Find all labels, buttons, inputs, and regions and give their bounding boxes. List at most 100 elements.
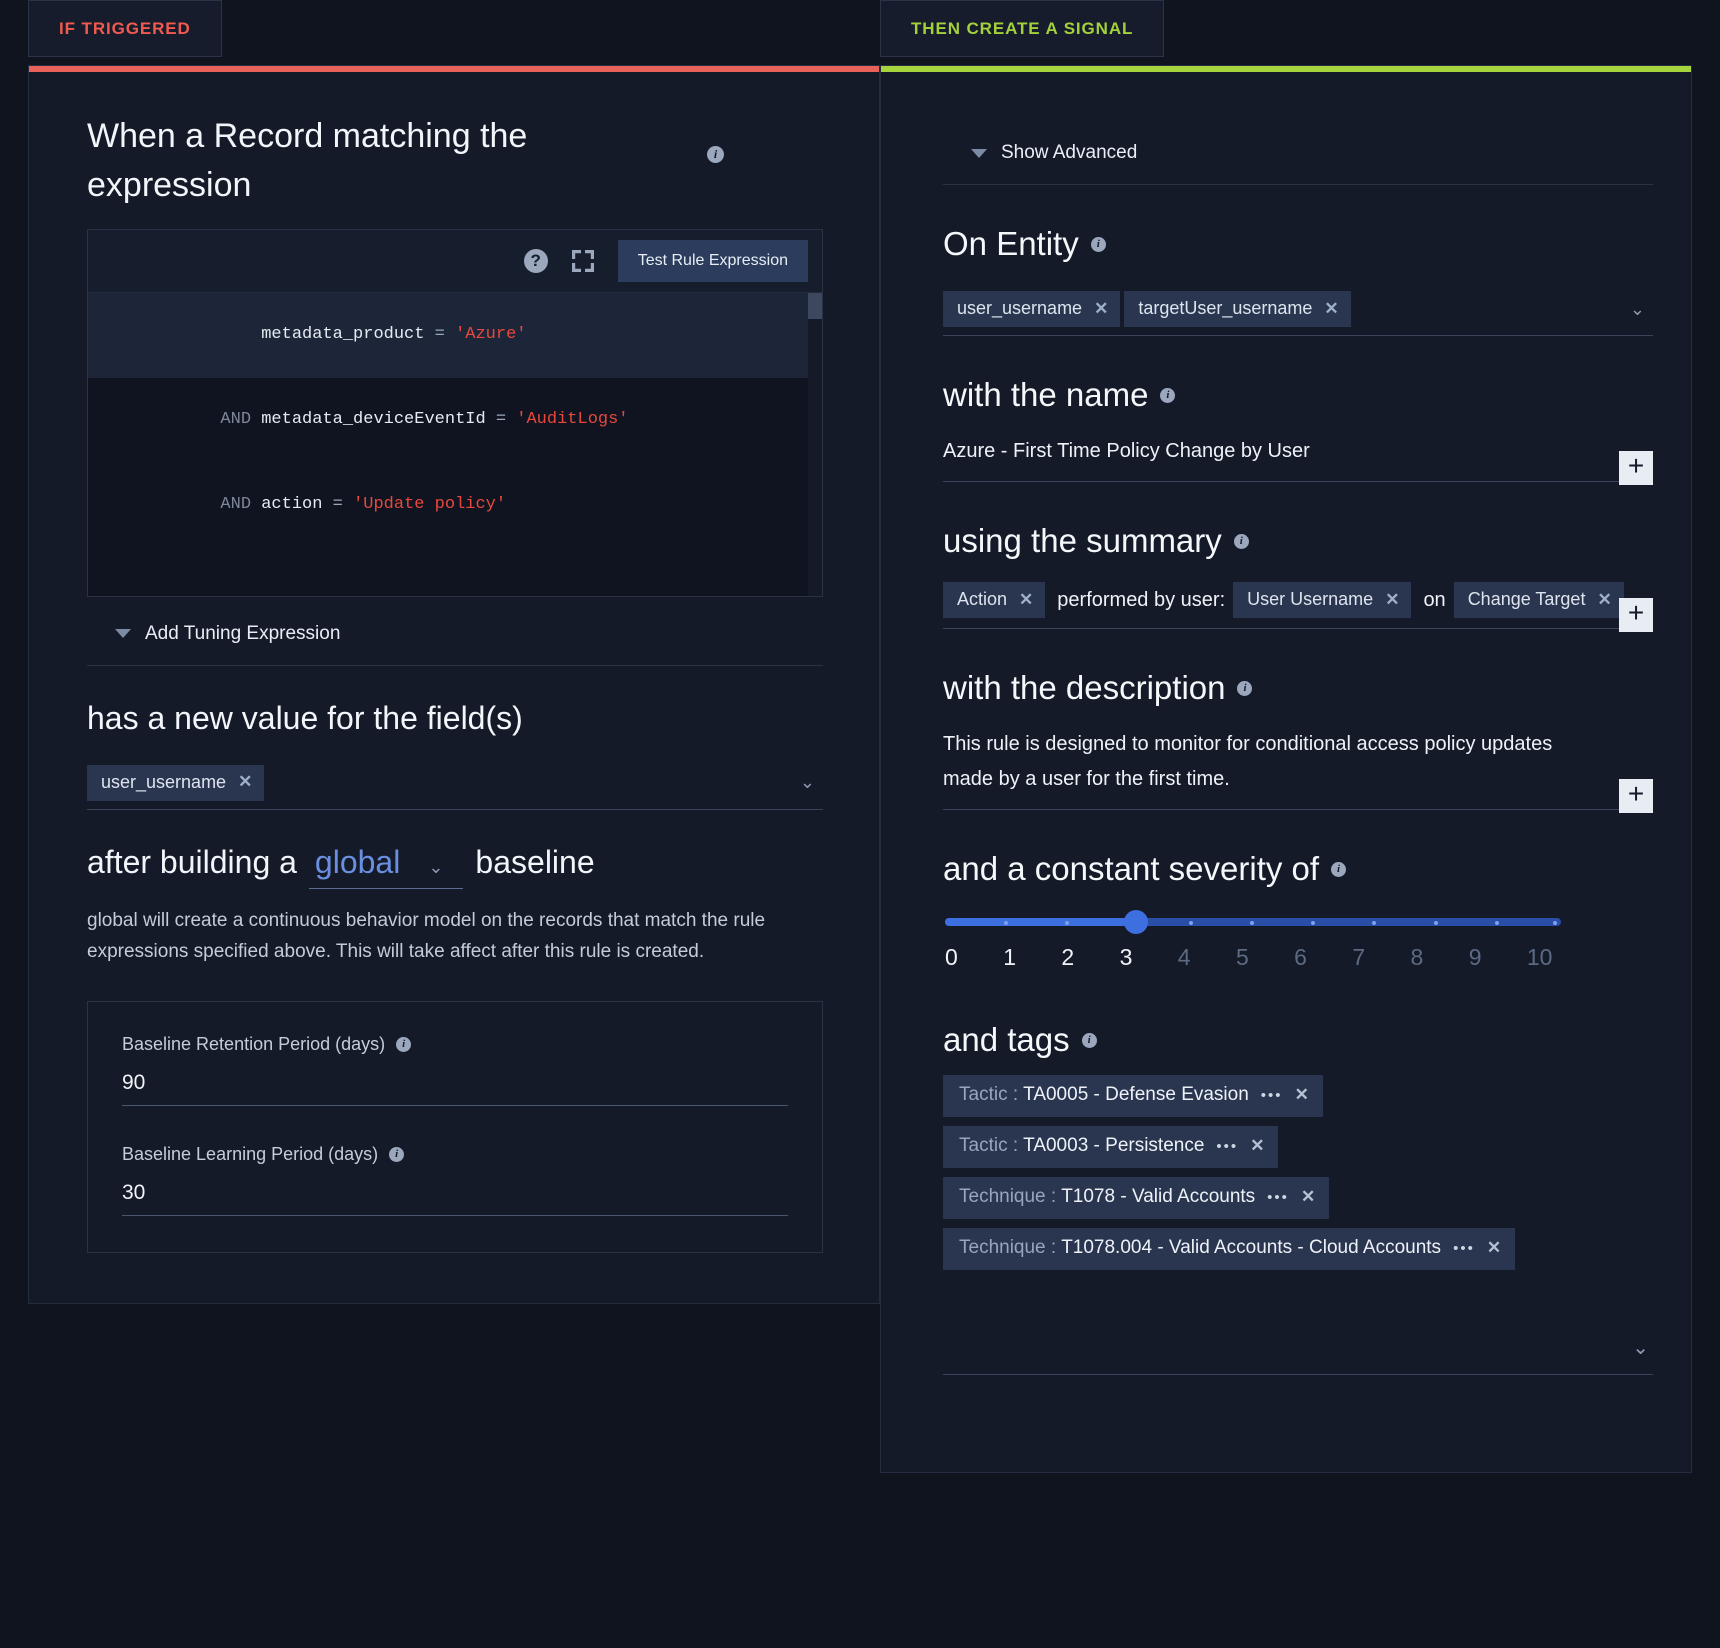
learning-period-input[interactable] xyxy=(122,1165,788,1217)
severity-tick-2[interactable]: 2 xyxy=(1061,944,1119,971)
close-icon[interactable]: ✕ xyxy=(238,772,252,792)
name-heading: with the name i xyxy=(943,376,1653,414)
info-icon[interactable]: i xyxy=(1090,236,1106,252)
info-icon[interactable]: i xyxy=(707,146,724,163)
more-options-icon[interactable]: ••• xyxy=(1216,1138,1238,1155)
info-icon[interactable]: i xyxy=(1331,861,1347,877)
chip-action[interactable]: Action ✕ xyxy=(943,582,1046,618)
then-create-signal-card: Show Advanced On Entity i user_username … xyxy=(880,65,1692,1473)
learning-period-text: Baseline Learning Period (days) xyxy=(122,1144,379,1165)
fields-heading: has a new value for the field(s) xyxy=(87,699,523,736)
info-icon[interactable]: i xyxy=(1081,1032,1097,1048)
tag-item[interactable]: Tactic : TA0005 - Defense Evasion ••• ✕ xyxy=(943,1075,1323,1117)
severity-thumb[interactable] xyxy=(1124,910,1148,934)
severity-tick-7[interactable]: 7 xyxy=(1352,944,1410,971)
tags-heading-text: and tags xyxy=(943,1021,1070,1058)
severity-tick-4[interactable]: 4 xyxy=(1178,944,1236,971)
close-icon[interactable]: ✕ xyxy=(1487,1238,1501,1258)
severity-tick-6[interactable]: 6 xyxy=(1294,944,1352,971)
baseline-suffix: baseline xyxy=(475,843,595,880)
code-line[interactable]: metadata_product = 'Azure' xyxy=(88,292,822,378)
chip-user-username[interactable]: user_username ✕ xyxy=(87,764,265,801)
info-icon[interactable]: i xyxy=(1237,680,1253,696)
info-icon[interactable]: i xyxy=(389,1147,405,1163)
signal-name-field[interactable]: Azure - First Time Policy Change by User… xyxy=(943,428,1653,485)
summary-heading: using the summary i xyxy=(943,522,1653,560)
tag-value: T1078.004 - Valid Accounts - Cloud Accou… xyxy=(1061,1237,1442,1258)
severity-heading-text: and a constant severity of xyxy=(943,850,1320,887)
close-icon[interactable]: ✕ xyxy=(1385,590,1399,610)
close-icon[interactable]: ✕ xyxy=(1094,299,1108,319)
learning-period-label: Baseline Learning Period (days) i xyxy=(122,1144,788,1165)
help-icon[interactable]: ? xyxy=(523,248,548,273)
add-tuning-expression-toggle[interactable]: Add Tuning Expression xyxy=(87,597,823,666)
show-advanced-toggle[interactable]: Show Advanced xyxy=(943,116,1653,185)
severity-tick-0[interactable]: 0 xyxy=(945,944,1003,971)
add-name-token-button[interactable]: + xyxy=(1619,451,1653,485)
severity-tick-3[interactable]: 3 xyxy=(1120,944,1178,971)
chip-targetuser-username[interactable]: targetUser_username ✕ xyxy=(1124,291,1351,327)
baseline-prefix: after building a xyxy=(87,843,297,880)
chevron-down-icon[interactable]: ⌄ xyxy=(1630,299,1653,320)
more-options-icon[interactable]: ••• xyxy=(1267,1189,1289,1206)
signal-summary-field[interactable]: Action ✕ performed by user: User Usernam… xyxy=(943,574,1653,632)
on-entity-heading: On Entity i xyxy=(943,225,1653,263)
editor-toolbar: ? Test Rule Expression xyxy=(88,230,822,292)
baseline-row: after building a global ⌄ baseline xyxy=(87,844,823,889)
close-icon[interactable]: ✕ xyxy=(1250,1136,1264,1156)
severity-tick-10[interactable]: 10 xyxy=(1527,944,1585,971)
baseline-type-value: global xyxy=(314,843,401,880)
tag-item[interactable]: Technique : T1078.004 - Valid Accounts -… xyxy=(943,1228,1516,1270)
summary-heading-text: using the summary xyxy=(943,522,1222,559)
more-options-icon[interactable]: ••• xyxy=(1453,1240,1475,1257)
info-icon[interactable]: i xyxy=(1233,533,1249,549)
add-description-token-button[interactable]: + xyxy=(1619,779,1653,813)
close-icon[interactable]: ✕ xyxy=(1301,1187,1315,1207)
code-area[interactable]: metadata_product = 'Azure' AND metadata_… xyxy=(88,291,822,596)
test-rule-expression-button[interactable]: Test Rule Expression xyxy=(617,239,808,282)
tab-then-create-a-signal[interactable]: THEN CREATE A SIGNAL xyxy=(880,0,1165,57)
tag-value: T1078 - Valid Accounts xyxy=(1061,1186,1256,1207)
severity-tick-9[interactable]: 9 xyxy=(1469,944,1527,971)
tag-key: Tactic : xyxy=(959,1135,1019,1156)
baseline-type-select[interactable]: global ⌄ xyxy=(308,843,464,889)
close-icon[interactable]: ✕ xyxy=(1324,299,1338,319)
chip-user-username-token[interactable]: User Username ✕ xyxy=(1233,582,1412,618)
code-line[interactable]: AND metadata_deviceEventId = 'AuditLogs' xyxy=(88,378,822,463)
if-triggered-panel: IF TRIGGERED When a Record matching the … xyxy=(28,0,880,1305)
severity-track[interactable] xyxy=(945,910,1561,934)
code-scrollbar[interactable] xyxy=(808,292,822,596)
severity-slider[interactable]: 0 1 2 3 4 5 6 7 8 9 10 xyxy=(943,910,1653,971)
tag-item[interactable]: Tactic : TA0003 - Persistence ••• ✕ xyxy=(943,1126,1279,1168)
more-options-icon[interactable]: ••• xyxy=(1261,1087,1283,1104)
tab-if-triggered[interactable]: IF TRIGGERED xyxy=(28,0,222,57)
entity-chips-input[interactable]: user_username ✕ targetUser_username ✕ ⌄ xyxy=(943,281,1653,336)
severity-tick-1[interactable]: 1 xyxy=(1003,944,1061,971)
tags-expand-chevron[interactable]: ⌄ xyxy=(943,1301,1653,1375)
info-icon[interactable]: i xyxy=(1160,387,1176,403)
close-icon[interactable]: ✕ xyxy=(1295,1085,1309,1105)
tag-value: TA0003 - Persistence xyxy=(1023,1135,1205,1156)
close-icon[interactable]: ✕ xyxy=(1019,590,1033,610)
close-icon[interactable]: ✕ xyxy=(1597,590,1611,610)
signal-description-field[interactable]: This rule is designed to monitor for con… xyxy=(943,721,1653,813)
rule-expression-editor: ? Test Rule Expression metadata_product … xyxy=(87,228,823,597)
chevron-down-icon xyxy=(971,148,987,158)
severity-tick-5[interactable]: 5 xyxy=(1236,944,1294,971)
severity-heading: and a constant severity of i xyxy=(943,850,1653,888)
retention-period-label: Baseline Retention Period (days) i xyxy=(122,1034,788,1055)
info-icon[interactable]: i xyxy=(396,1037,412,1053)
tag-item[interactable]: Technique : T1078 - Valid Accounts ••• ✕ xyxy=(943,1177,1330,1219)
field-chips-input[interactable]: user_username ✕ ⌄ xyxy=(87,755,823,810)
chip-label: Change Target xyxy=(1467,589,1586,609)
severity-tick-8[interactable]: 8 xyxy=(1411,944,1469,971)
description-heading: with the description i xyxy=(943,669,1653,707)
retention-period-input[interactable] xyxy=(122,1055,788,1107)
chevron-down-icon[interactable]: ⌄ xyxy=(800,772,823,793)
chip-user-username[interactable]: user_username ✕ xyxy=(943,291,1121,327)
chip-change-target[interactable]: Change Target ✕ xyxy=(1453,582,1624,618)
signal-description-value: This rule is designed to monitor for con… xyxy=(943,733,1553,790)
code-line[interactable]: AND action = 'Update policy' xyxy=(88,463,822,548)
expand-icon[interactable] xyxy=(570,248,596,274)
add-summary-token-button[interactable]: + xyxy=(1619,598,1653,632)
